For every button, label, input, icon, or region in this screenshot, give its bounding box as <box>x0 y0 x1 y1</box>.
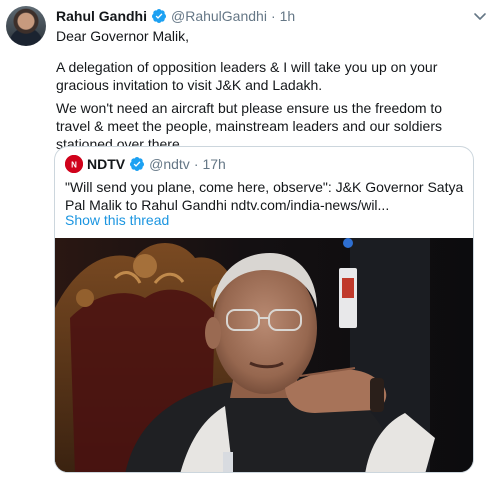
quoted-author-name[interactable]: NDTV <box>87 156 125 172</box>
author-name[interactable]: Rahul Gandhi <box>56 8 147 24</box>
show-thread-link[interactable]: Show this thread <box>65 212 169 228</box>
tweet-header: Rahul Gandhi @RahulGandhi · 1h <box>56 6 295 26</box>
verified-badge-icon <box>151 8 167 24</box>
separator-dot: · <box>270 8 276 24</box>
tweet-text-greeting: Dear Governor Malik, <box>56 28 190 44</box>
quoted-tweet-text: "Will send you plane, come here, observe… <box>65 179 464 213</box>
author-avatar[interactable] <box>6 6 46 46</box>
tweet-text-paragraph-1: A delegation of opposition leaders & I w… <box>56 59 438 93</box>
tweet-timestamp[interactable]: 1h <box>280 8 296 24</box>
quoted-timestamp[interactable]: 17h <box>202 156 225 172</box>
photo-illustration <box>55 238 473 472</box>
quoted-tweet-photo[interactable] <box>55 238 473 472</box>
quoted-author-handle[interactable]: @ndtv <box>149 156 190 172</box>
quoted-tweet-header: N NDTV @ndtv · 17h <box>65 155 226 173</box>
quoted-tweet[interactable]: N NDTV @ndtv · 17h "Will send you plane,… <box>54 146 474 473</box>
chevron-down-icon[interactable] <box>472 8 488 24</box>
tweet-card: Rahul Gandhi @RahulGandhi · 1h Dear Gove… <box>0 0 500 478</box>
quoted-separator-dot: · <box>193 156 199 172</box>
author-handle[interactable]: @RahulGandhi <box>171 8 267 24</box>
quoted-verified-badge-icon <box>129 156 145 172</box>
tweet-text-paragraph-2: We won't need an aircraft but please ens… <box>56 100 443 152</box>
ndtv-logo-letter: N <box>71 161 77 170</box>
ndtv-logo-icon[interactable]: N <box>65 155 83 173</box>
